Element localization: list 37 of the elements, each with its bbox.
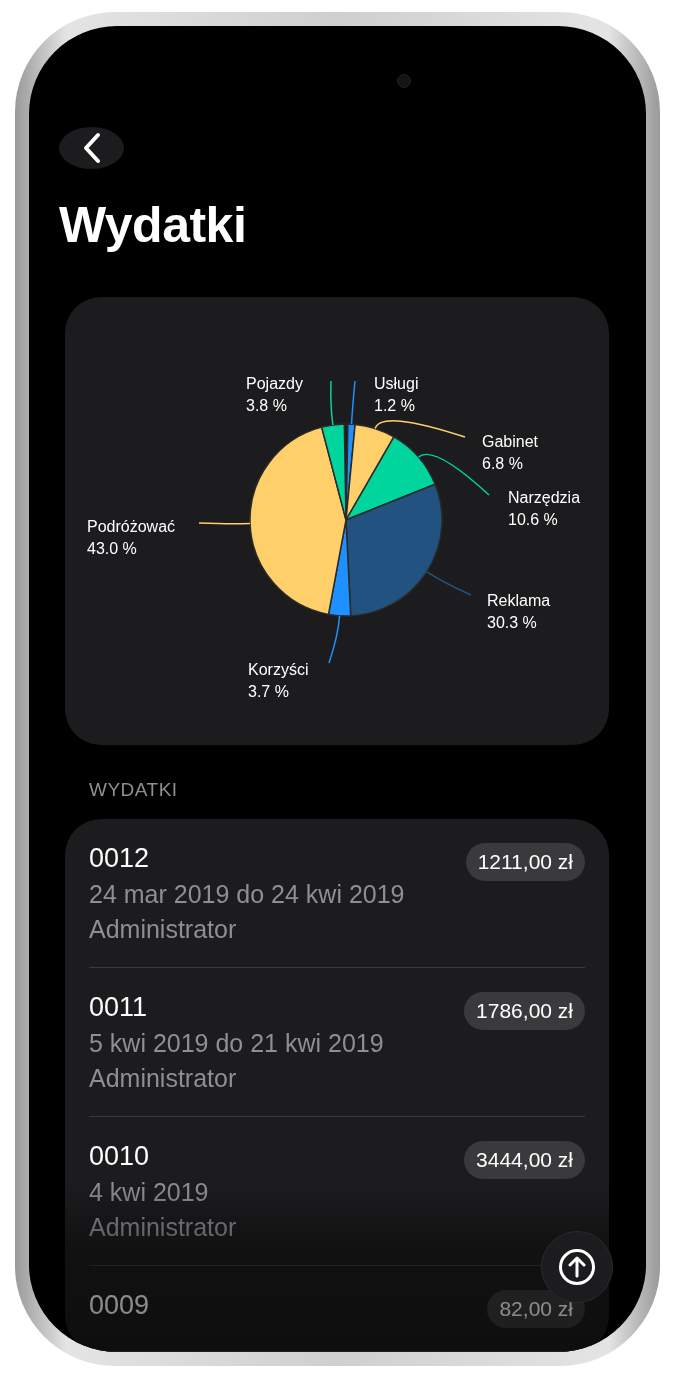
expense-owner: Administrator <box>89 915 238 944</box>
slice-percent: 6.8 % <box>482 455 523 472</box>
leader-line <box>426 571 472 596</box>
slice-label: Pojazdy <box>246 375 303 392</box>
slice-label: Narzędzia <box>508 489 581 506</box>
expense-period: 5 kwi 2019 do 21 kwi 2019 <box>89 1029 384 1058</box>
page-title: Wydatki <box>59 196 247 255</box>
slice-percent: 43.0 % <box>87 540 137 557</box>
amount-badge: 1211,00 zł <box>465 843 585 881</box>
expense-number: 0011 <box>89 992 149 1023</box>
leader-line <box>328 615 341 664</box>
expense-period: 24 mar 2019 do 24 kwi 2019 <box>89 880 405 909</box>
expense-period: 4 kwi 2019 <box>89 1178 210 1207</box>
slice-percent: 10.6 % <box>508 511 558 528</box>
amount-badge: 1786,00 zł <box>464 992 585 1030</box>
slice-label: Podróżować <box>87 518 176 535</box>
amount-badge: 82,00 zł <box>487 1290 585 1328</box>
expense-owner: Administrator <box>89 1213 237 1242</box>
section-header: WYDATKI <box>89 779 178 801</box>
expense-owner: Administrator <box>89 1064 238 1093</box>
slice-label: Usługi <box>374 375 419 392</box>
slice-percent: 3.7 % <box>248 683 289 700</box>
camera-icon <box>397 74 411 88</box>
leader-line <box>350 380 356 425</box>
expense-number: 0010 <box>89 1141 151 1172</box>
slice-percent: 1.2 % <box>374 397 415 414</box>
leader-line <box>330 380 334 426</box>
slice-percent: 3.8 % <box>246 397 287 414</box>
slice-label: Reklama <box>487 592 551 609</box>
slice-label: Korzyści <box>248 661 309 678</box>
arrow-up-circle-icon <box>558 1248 596 1286</box>
slice-label: Gabinet <box>482 433 539 450</box>
leader-line <box>198 522 251 525</box>
slice-percent: 30.3 % <box>487 614 537 631</box>
amount-badge: 3444,00 zł <box>464 1141 585 1179</box>
expense-number: 0009 <box>89 1290 150 1321</box>
expense-number: 0012 <box>89 843 151 874</box>
